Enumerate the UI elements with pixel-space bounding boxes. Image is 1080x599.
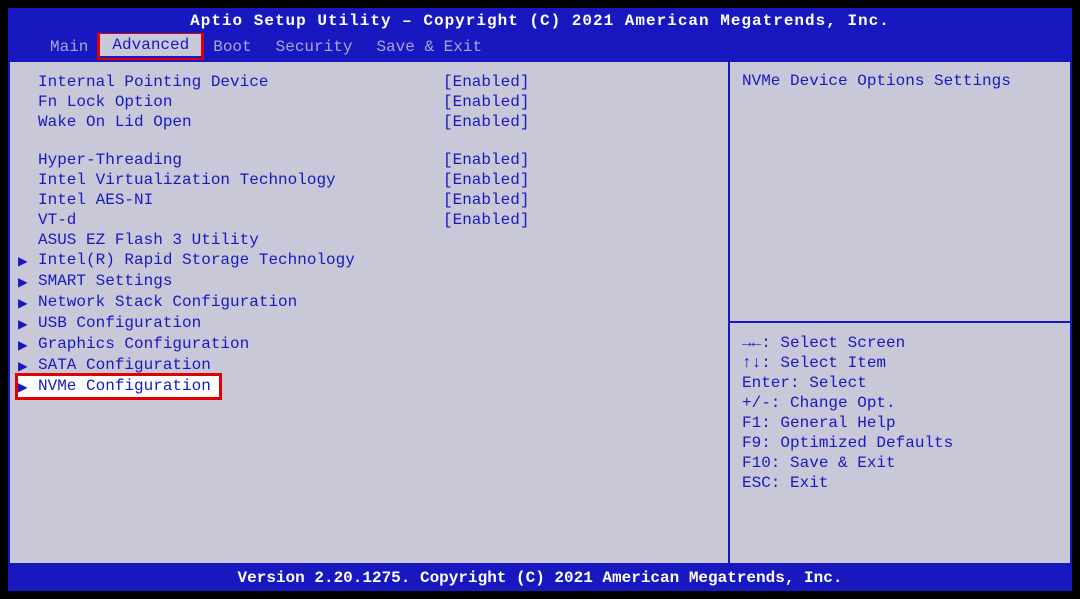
arrow-spacer (18, 93, 38, 111)
tab-highlight-box: Advanced (97, 33, 204, 61)
help-key-save-exit: F10: Save & Exit (742, 453, 1058, 473)
setting-label: USB Configuration (38, 314, 443, 333)
help-panel: NVMe Device Options Settings →←: Select … (730, 62, 1070, 563)
setting-smart-settings[interactable]: ▶ SMART Settings (18, 271, 720, 292)
setting-value: [Enabled] (443, 171, 643, 189)
setting-fn-lock-option[interactable]: Fn Lock Option [Enabled] (18, 92, 720, 112)
setting-label: ASUS EZ Flash 3 Utility (38, 231, 443, 249)
arrow-spacer (18, 231, 38, 249)
setting-intel-rapid-storage[interactable]: ▶ Intel(R) Rapid Storage Technology (18, 250, 720, 271)
setting-label: Fn Lock Option (38, 93, 443, 111)
setting-value: [Enabled] (443, 113, 643, 131)
submenu-arrow-icon: ▶ (18, 335, 38, 354)
setting-label: NVMe Configuration (38, 377, 211, 396)
arrow-spacer (18, 211, 38, 229)
arrow-spacer (18, 151, 38, 169)
arrow-spacer (18, 171, 38, 189)
help-key-general-help: F1: General Help (742, 413, 1058, 433)
setting-label: VT-d (38, 211, 443, 229)
setting-label: Intel AES-NI (38, 191, 443, 209)
bios-setup-screen: Aptio Setup Utility – Copyright (C) 2021… (8, 8, 1072, 591)
arrow-spacer (18, 113, 38, 131)
setting-label: SMART Settings (38, 272, 443, 291)
tab-main[interactable]: Main (38, 36, 100, 58)
setting-network-stack-config[interactable]: ▶ Network Stack Configuration (18, 292, 720, 313)
setting-label: Network Stack Configuration (38, 293, 443, 312)
setting-internal-pointing-device[interactable]: Internal Pointing Device [Enabled] (18, 72, 720, 92)
tab-boot[interactable]: Boot (201, 36, 263, 58)
tab-advanced[interactable]: Advanced (100, 34, 201, 56)
help-key-esc-exit: ESC: Exit (742, 473, 1058, 493)
setting-label: Wake On Lid Open (38, 113, 443, 131)
setting-hyper-threading[interactable]: Hyper-Threading [Enabled] (18, 150, 720, 170)
setting-intel-aes-ni[interactable]: Intel AES-NI [Enabled] (18, 190, 720, 210)
setting-value: [Enabled] (443, 151, 643, 169)
arrow-spacer (18, 73, 38, 91)
settings-panel: Internal Pointing Device [Enabled] Fn Lo… (10, 62, 730, 563)
setting-value: [Enabled] (443, 93, 643, 111)
setting-intel-virtualization[interactable]: Intel Virtualization Technology [Enabled… (18, 170, 720, 190)
setting-asus-ez-flash[interactable]: ASUS EZ Flash 3 Utility (18, 230, 720, 250)
submenu-arrow-icon: ▶ (18, 251, 38, 270)
setting-nvme-config[interactable]: ▶ NVMe Configuration (18, 376, 219, 397)
setting-label: Intel(R) Rapid Storage Technology (38, 251, 443, 270)
setting-label: Hyper-Threading (38, 151, 443, 169)
setting-usb-config[interactable]: ▶ USB Configuration (18, 313, 720, 334)
spacer (18, 132, 720, 150)
submenu-arrow-icon: ▶ (18, 272, 38, 291)
header-title: Aptio Setup Utility – Copyright (C) 2021… (8, 8, 1072, 34)
help-key-enter: Enter: Select (742, 373, 1058, 393)
submenu-arrow-icon: ▶ (18, 314, 38, 333)
setting-value: [Enabled] (443, 191, 643, 209)
help-key-change-opt: +/-: Change Opt. (742, 393, 1058, 413)
setting-label: Graphics Configuration (38, 335, 443, 354)
help-description: NVMe Device Options Settings (730, 62, 1070, 323)
tab-save-exit[interactable]: Save & Exit (364, 36, 494, 58)
arrow-spacer (18, 191, 38, 209)
help-key-select-item: ↑↓: Select Item (742, 353, 1058, 373)
setting-value: [Enabled] (443, 211, 643, 229)
main-content-area: Internal Pointing Device [Enabled] Fn Lo… (8, 60, 1072, 565)
help-key-select-screen: →←: Select Screen (742, 333, 1058, 353)
help-keys-panel: →←: Select Screen ↑↓: Select Item Enter:… (730, 323, 1070, 563)
tab-security[interactable]: Security (264, 36, 365, 58)
setting-label: Intel Virtualization Technology (38, 171, 443, 189)
setting-wake-on-lid-open[interactable]: Wake On Lid Open [Enabled] (18, 112, 720, 132)
help-description-text: NVMe Device Options Settings (742, 72, 1058, 90)
setting-vt-d[interactable]: VT-d [Enabled] (18, 210, 720, 230)
setting-value: [Enabled] (443, 73, 643, 91)
footer-version: Version 2.20.1275. Copyright (C) 2021 Am… (8, 565, 1072, 591)
help-key-optimized-defaults: F9: Optimized Defaults (742, 433, 1058, 453)
submenu-arrow-icon: ▶ (18, 377, 38, 396)
submenu-arrow-icon: ▶ (18, 293, 38, 312)
setting-label: Internal Pointing Device (38, 73, 443, 91)
setting-graphics-config[interactable]: ▶ Graphics Configuration (18, 334, 720, 355)
selected-highlight-box: ▶ NVMe Configuration (15, 373, 222, 400)
tab-bar: Main Advanced Boot Security Save & Exit (8, 34, 1072, 60)
